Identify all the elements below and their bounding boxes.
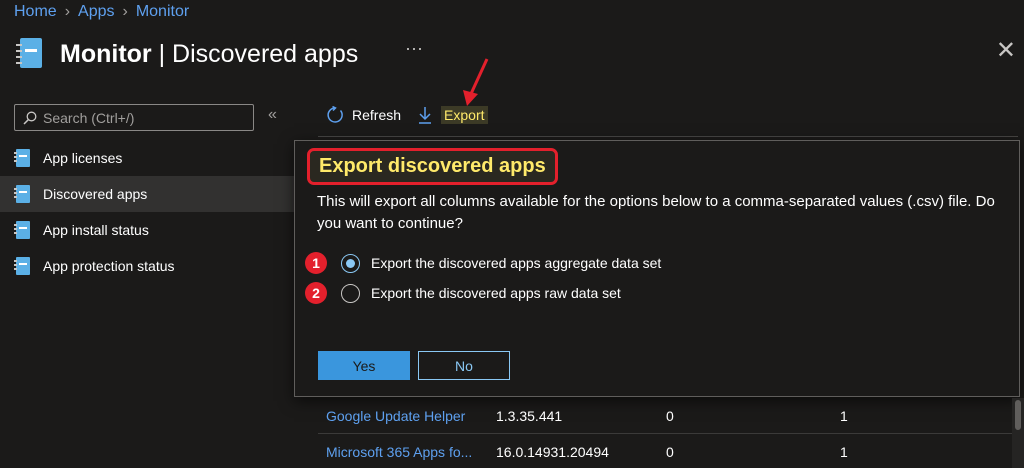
refresh-label: Refresh	[352, 107, 402, 123]
search-icon	[23, 111, 37, 125]
notebook-icon	[14, 149, 30, 167]
table-cell: 1	[840, 407, 848, 424]
breadcrumb: Home › Apps › Monitor	[14, 3, 189, 21]
export-label: Export	[441, 106, 488, 124]
option-aggregate[interactable]: 1 Export the discovered apps aggregate d…	[305, 252, 661, 274]
breadcrumb-monitor[interactable]: Monitor	[136, 3, 189, 21]
sidebar-item-label: App install status	[43, 222, 149, 238]
table-row[interactable]: Microsoft 365 Apps fo... 16.0.14931.2049…	[318, 434, 1018, 468]
radio-raw[interactable]	[341, 283, 360, 303]
option-label: Export the discovered apps aggregate dat…	[371, 255, 662, 271]
option-label: Export the discovered apps raw data set	[371, 285, 621, 301]
dialog-message: This will export all columns available f…	[317, 193, 995, 232]
table-row[interactable]: Google Update Helper 1.3.35.441 0 1	[318, 398, 1018, 434]
sidebar-item-label: Discovered apps	[43, 186, 148, 202]
apps-table: Google Update Helper 1.3.35.441 0 1 Micr…	[318, 398, 1018, 468]
page-header: Monitor | Discovered apps	[16, 36, 358, 72]
sidebar-item-app-install-status[interactable]: App install status	[0, 212, 295, 248]
notebook-icon	[14, 257, 30, 275]
radio-aggregate[interactable]	[341, 253, 360, 273]
sidebar: App licenses Discovered apps App install…	[0, 140, 295, 284]
close-icon[interactable]: ✕	[996, 36, 1016, 65]
sidebar-item-label: App protection status	[43, 258, 175, 274]
app-version: 16.0.14931.20494	[496, 443, 609, 460]
annotation-number-badge: 1	[305, 252, 327, 274]
notebook-icon	[14, 221, 30, 239]
sidebar-item-app-protection-status[interactable]: App protection status	[0, 248, 295, 284]
export-dialog: Export discovered apps This will export …	[294, 140, 1020, 397]
notebook-icon	[16, 36, 42, 72]
app-name-link[interactable]: Google Update Helper	[318, 408, 488, 424]
download-icon	[419, 107, 432, 124]
vertical-scrollbar[interactable]	[1012, 398, 1024, 468]
command-bar: Refresh Export	[326, 106, 488, 124]
search-box[interactable]	[14, 104, 254, 131]
breadcrumb-apps[interactable]: Apps	[78, 3, 114, 21]
table-cell: 0	[666, 443, 674, 460]
no-button[interactable]: No	[418, 351, 510, 380]
chevron-right-icon: ›	[122, 3, 128, 20]
search-input[interactable]	[43, 109, 243, 126]
app-name-link[interactable]: Microsoft 365 Apps fo...	[318, 444, 488, 460]
refresh-button[interactable]: Refresh	[326, 106, 401, 124]
option-raw[interactable]: 2 Export the discovered apps raw data se…	[305, 282, 621, 304]
export-button[interactable]: Export	[417, 106, 488, 124]
sidebar-item-label: App licenses	[43, 150, 123, 166]
table-cell: 0	[666, 407, 674, 424]
table-cell: 1	[840, 443, 848, 460]
dialog-title: Export discovered apps	[307, 148, 558, 185]
annotation-arrow-icon	[463, 58, 489, 106]
more-options-icon[interactable]: ···	[405, 38, 423, 59]
yes-button[interactable]: Yes	[318, 351, 410, 380]
sidebar-item-app-licenses[interactable]: App licenses	[0, 140, 295, 176]
sidebar-item-discovered-apps[interactable]: Discovered apps	[0, 176, 295, 212]
page-title: Monitor | Discovered apps	[60, 39, 359, 68]
divider	[318, 136, 1018, 137]
collapse-sidebar-icon[interactable]: «	[268, 106, 277, 124]
refresh-icon	[327, 106, 343, 123]
notebook-icon	[14, 185, 30, 203]
annotation-number-badge: 2	[305, 282, 327, 304]
breadcrumb-home[interactable]: Home	[14, 3, 57, 21]
chevron-right-icon: ›	[64, 3, 71, 20]
app-version: 1.3.35.441	[496, 407, 563, 424]
